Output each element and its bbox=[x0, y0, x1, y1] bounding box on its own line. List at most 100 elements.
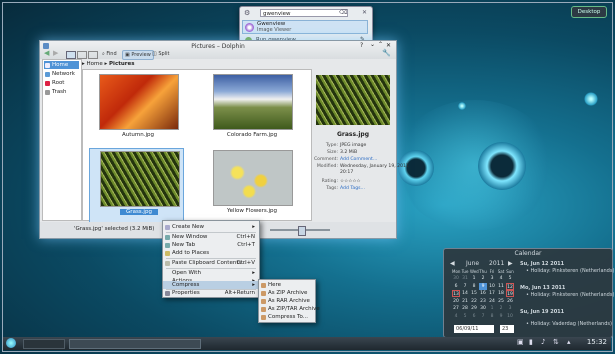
menu-item-zip[interactable]: As ZIP Archive bbox=[259, 289, 315, 297]
pager[interactable] bbox=[23, 339, 65, 349]
calendar-day[interactable]: 5 bbox=[461, 313, 469, 320]
zoom-handle[interactable] bbox=[298, 226, 306, 236]
calendar-day[interactable]: 9 bbox=[497, 313, 505, 320]
back-icon[interactable]: ◀ bbox=[44, 49, 49, 57]
calendar-day[interactable]: 18 bbox=[497, 290, 505, 297]
notifications-icon[interactable]: ▣ bbox=[517, 338, 524, 346]
calendar-day[interactable]: 30 bbox=[479, 305, 487, 312]
split-button[interactable]: ◫ Split bbox=[150, 50, 171, 58]
calendar-day[interactable]: 17 bbox=[488, 290, 496, 297]
calendar-day[interactable]: 6 bbox=[452, 283, 460, 290]
calendar-day[interactable]: 10 bbox=[488, 283, 496, 290]
calendar-day[interactable]: 2 bbox=[497, 305, 505, 312]
calendar-day[interactable]: 5 bbox=[506, 275, 514, 282]
calendar-month[interactable]: June bbox=[466, 260, 479, 267]
sidebar-item-home[interactable]: Home bbox=[44, 61, 79, 69]
kde-menu-icon[interactable] bbox=[6, 338, 16, 348]
calendar-day[interactable]: 8 bbox=[470, 283, 478, 290]
sidebar-item-trash[interactable]: Trash bbox=[44, 88, 79, 96]
volume-icon[interactable]: ♪ bbox=[541, 338, 545, 346]
calendar-day[interactable]: 16 bbox=[479, 290, 487, 297]
add-comment-link[interactable]: Add Comment... bbox=[338, 157, 377, 162]
calendar-day[interactable]: 26 bbox=[506, 298, 514, 305]
calendar-day[interactable]: 1 bbox=[470, 275, 478, 282]
date-input[interactable]: 06/09/11 bbox=[454, 325, 494, 333]
calendar-day[interactable]: 31 bbox=[461, 275, 469, 282]
calendar-day[interactable]: 30 bbox=[452, 275, 460, 282]
settings-icon[interactable]: 🔧 bbox=[382, 49, 391, 57]
menu-item-compress-to[interactable]: Compress To... bbox=[259, 313, 315, 321]
menu-item-paste[interactable]: Paste Clipboard Contents... Ctrl+V bbox=[163, 259, 259, 267]
expand-tray-icon[interactable]: ▴ bbox=[567, 338, 571, 346]
calendar-day[interactable]: 13 bbox=[452, 290, 460, 297]
breadcrumb-pictures[interactable]: Pictures bbox=[109, 61, 134, 67]
calendar-day[interactable]: 20 bbox=[452, 298, 460, 305]
calendar-day[interactable]: 1 bbox=[488, 305, 496, 312]
menu-item-new-tab[interactable]: New Tab Ctrl+T bbox=[163, 241, 259, 249]
calendar-day[interactable]: 4 bbox=[497, 275, 505, 282]
menu-item-properties[interactable]: Properties Alt+Return bbox=[163, 289, 259, 297]
rating-stars[interactable]: ☆☆☆☆☆ bbox=[338, 179, 361, 184]
battery-icon[interactable]: ▮ bbox=[529, 338, 533, 346]
calendar-day[interactable]: 23 bbox=[479, 298, 487, 305]
desktop-button[interactable]: Desktop bbox=[571, 6, 607, 18]
calendar-day[interactable]: 19 bbox=[506, 290, 514, 297]
prev-month-icon[interactable]: ◀ bbox=[450, 260, 455, 267]
task-dolphin[interactable] bbox=[69, 339, 201, 349]
menu-item-open-with[interactable]: Open With ▸ bbox=[163, 269, 259, 277]
calendar-day[interactable]: 22 bbox=[470, 298, 478, 305]
calendar-day[interactable]: 14 bbox=[461, 290, 469, 297]
help-icon[interactable]: ? bbox=[360, 42, 363, 49]
view-details-icon[interactable] bbox=[77, 51, 87, 59]
maximize-icon[interactable]: ⌃ bbox=[378, 41, 383, 48]
calendar-day[interactable]: 3 bbox=[506, 305, 514, 312]
title-bar[interactable]: Pictures – Dolphin ? ⌄ ⌃ ✕ ◀ ▶ ⌕ Find ▣ … bbox=[40, 41, 396, 60]
file-item-colorado-farm[interactable]: Colorado Farm.jpg bbox=[203, 72, 298, 147]
calendar-day[interactable]: 4 bbox=[452, 313, 460, 320]
menu-item-rar[interactable]: As RAR Archive bbox=[259, 297, 315, 305]
clock[interactable]: 15:32 bbox=[587, 338, 607, 346]
calendar-day[interactable]: 28 bbox=[461, 305, 469, 312]
sidebar-item-network[interactable]: Network bbox=[44, 70, 79, 78]
calendar-day[interactable]: 11 bbox=[497, 283, 505, 290]
calendar-year[interactable]: 2011 bbox=[489, 260, 504, 267]
calendar-day[interactable]: 2 bbox=[479, 275, 487, 282]
sidebar-item-root[interactable]: Root bbox=[44, 79, 79, 87]
week-spinbox[interactable]: 23 bbox=[500, 325, 514, 333]
minimize-icon[interactable]: ⌄ bbox=[370, 41, 375, 48]
menu-item-new-window[interactable]: New Window Ctrl+N bbox=[163, 233, 259, 241]
calendar-day[interactable]: 10 bbox=[506, 313, 514, 320]
calendar-day[interactable]: 8 bbox=[488, 313, 496, 320]
gear-icon[interactable]: ⚙ bbox=[244, 9, 250, 17]
calendar-day[interactable]: 7 bbox=[461, 283, 469, 290]
calendar-day[interactable]: 12 bbox=[506, 282, 514, 290]
menu-item-add-to-places[interactable]: Add to Places bbox=[163, 249, 259, 257]
add-tags-link[interactable]: Add Tags... bbox=[338, 186, 365, 191]
calendar-day[interactable]: 7 bbox=[479, 313, 487, 320]
calendar-day[interactable]: 27 bbox=[452, 305, 460, 312]
menu-item-create-new[interactable]: Create New ▸ bbox=[163, 223, 259, 231]
network-icon[interactable]: ⇅ bbox=[553, 338, 559, 346]
calendar-day[interactable]: 21 bbox=[461, 298, 469, 305]
clear-icon[interactable]: ⌫ bbox=[339, 9, 347, 17]
view-columns-icon[interactable] bbox=[88, 51, 98, 59]
menu-item-compress-here[interactable]: Here bbox=[259, 281, 315, 289]
next-month-icon[interactable]: ▶ bbox=[508, 260, 513, 267]
calendar-day[interactable]: 9 bbox=[479, 282, 487, 290]
forward-icon[interactable]: ▶ bbox=[53, 49, 58, 57]
calendar-day[interactable]: 25 bbox=[497, 298, 505, 305]
calendar-day[interactable]: 29 bbox=[470, 305, 478, 312]
menu-item-ziptar[interactable]: As ZIP/TAR Archive bbox=[259, 305, 320, 313]
file-item-yellow-flowers[interactable]: Yellow Flowers.jpg bbox=[203, 148, 298, 223]
calendar-day[interactable]: 15 bbox=[470, 290, 478, 297]
zoom-slider[interactable] bbox=[270, 226, 330, 236]
breadcrumb-home[interactable]: Home bbox=[87, 61, 103, 67]
krunner-search-input[interactable]: gwenview bbox=[260, 9, 348, 17]
find-button[interactable]: ⌕ Find bbox=[100, 50, 119, 58]
file-item-autumn[interactable]: Autumn.jpg bbox=[89, 72, 184, 147]
close-icon[interactable]: ✕ bbox=[362, 9, 367, 17]
view-icons-icon[interactable] bbox=[66, 51, 76, 59]
calendar-day[interactable]: 6 bbox=[470, 313, 478, 320]
menu-item-compress[interactable]: Compress ▸ bbox=[163, 281, 259, 289]
file-item-grass[interactable]: Grass.jpg bbox=[89, 148, 184, 223]
